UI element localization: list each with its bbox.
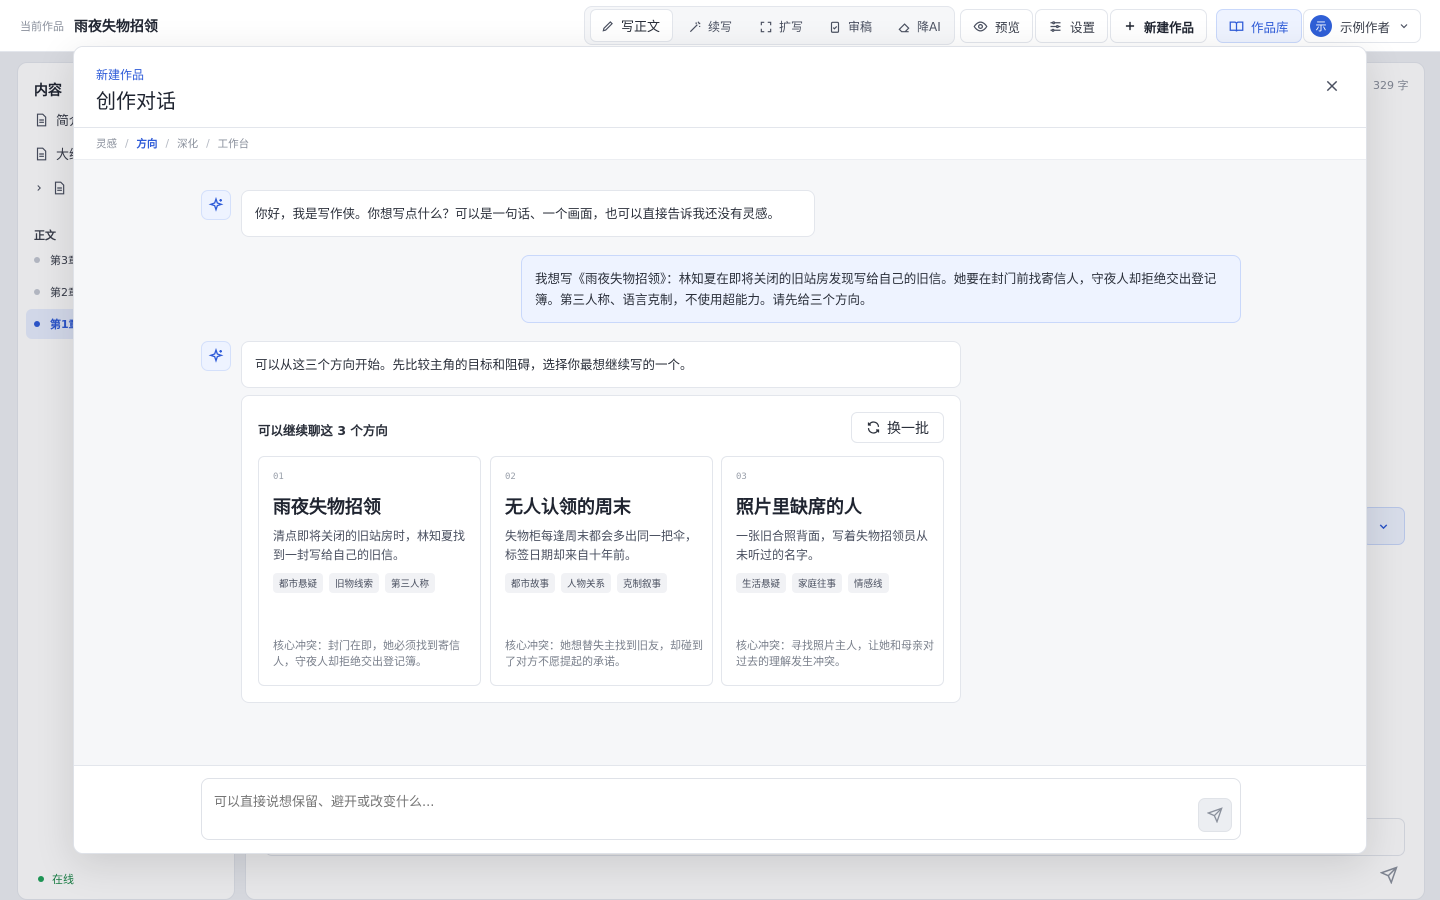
dialog-eyebrow: 新建作品 — [96, 68, 145, 82]
user-menu[interactable]: 示 示例作者 — [1303, 9, 1422, 43]
card-number: 01 — [273, 472, 284, 482]
card-tags: 都市悬疑 旧物线索 第三人称 — [273, 573, 436, 593]
book-open-icon — [1229, 21, 1244, 32]
dialog-header: 新建作品 创作对话 — [74, 47, 1366, 128]
card-description: 一张旧合照背面，写着失物招领员从未听过的名字。 — [736, 529, 929, 562]
tag: 旧物线索 — [329, 573, 380, 593]
sparkle-icon — [208, 197, 224, 212]
card-description: 清点即将关闭的旧站房时，林知夏找到一封写给自己的旧信。 — [273, 529, 466, 562]
ai-message: 可以从这三个方向开始。先比较主角的目标和阻碍，选择你最想继续写的一个。 — [241, 341, 961, 388]
crumb-direction[interactable]: 方向 — [137, 136, 158, 151]
dialog-footer — [74, 765, 1366, 853]
tag: 人物关系 — [561, 573, 612, 593]
ai-message: 你好，我是写作侠。你想写点什么？可以是一句话、一个画面，也可以直接告诉我还没有灵… — [241, 190, 815, 237]
review-button[interactable]: 审稿 — [818, 10, 882, 43]
user-name: 示例作者 — [1340, 19, 1391, 35]
tag: 第三人称 — [385, 573, 436, 593]
sparkle-icon — [208, 348, 224, 363]
crumb-inspiration[interactable]: 灵感 — [96, 136, 117, 151]
settings-button[interactable]: 设置 — [1035, 9, 1109, 43]
dialog-title: 创作对话 — [96, 89, 176, 113]
send-button[interactable] — [1198, 798, 1232, 832]
card-core-conflict: 核心冲突：封门在即，她必须找到寄信人，守夜人却拒绝交出登记簿。 — [273, 639, 460, 668]
new-work-button[interactable]: 新建作品 — [1110, 9, 1208, 43]
card-core-conflict: 核心冲突：寻找照片主人，让她和母亲对过去的理解发生冲突。 — [736, 639, 934, 668]
send-icon — [1207, 807, 1223, 823]
close-button[interactable] — [1324, 78, 1340, 94]
close-icon — [1326, 80, 1338, 92]
user-message: 我想写《雨夜失物招领》：林知夏在即将关闭的旧站房发现写给自己的旧信。她要在封门前… — [521, 255, 1241, 323]
crumb-workbench[interactable]: 工作台 — [218, 136, 250, 151]
reduce-ai-button[interactable]: 降AI — [887, 10, 951, 43]
card-title: 无人认领的周末 — [505, 497, 631, 518]
eye-icon — [973, 20, 988, 32]
ai-tool-group: 写正文 续写 扩写 审稿 降AI — [584, 6, 955, 45]
sliders-icon — [1050, 20, 1061, 32]
card-tags: 都市故事 人物关系 克制叙事 — [505, 573, 668, 593]
clipboard-check-icon — [830, 21, 840, 33]
current-work-label: 当前作品 — [20, 20, 64, 33]
crumb-deepen[interactable]: 深化 — [177, 136, 198, 151]
tag: 克制叙事 — [617, 573, 668, 593]
write-body-button[interactable]: 写正文 — [590, 9, 673, 42]
direction-card[interactable]: 01 雨夜失物招领 清点即将关闭的旧站房时，林知夏找到一封写给自己的旧信。 都市… — [258, 456, 481, 686]
tag: 情感线 — [848, 573, 889, 593]
directions-panel: 可以继续聊这 3 个方向 换一批 01 雨夜失物招领 清点即将关闭的旧站房时，林… — [241, 395, 961, 703]
direction-card[interactable]: 03 照片里缺席的人 一张旧合照背面，写着失物招领员从未听过的名字。 生活悬疑 … — [721, 456, 944, 686]
library-button[interactable]: 作品库 — [1216, 9, 1302, 43]
expand-icon — [760, 21, 772, 32]
refresh-button[interactable]: 换一批 — [851, 412, 944, 443]
card-number: 03 — [736, 472, 747, 482]
tag: 都市故事 — [505, 573, 556, 593]
preview-button[interactable]: 预览 — [960, 9, 1034, 43]
refresh-icon — [867, 421, 880, 434]
ai-avatar — [201, 341, 231, 371]
card-title: 照片里缺席的人 — [736, 497, 862, 518]
current-work-title: 雨夜失物招领 — [74, 19, 158, 35]
direction-card[interactable]: 02 无人认领的周末 失物柜每逢周末都会多出同一把伞，标签日期却来自十年前。 都… — [490, 456, 713, 686]
tag: 都市悬疑 — [273, 573, 324, 593]
plus-icon — [1125, 21, 1135, 31]
top-bar: 当前作品 雨夜失物招领 写正文 续写 扩写 审稿 降AI 预览 设置 新建作品 … — [0, 0, 1440, 52]
expand-button[interactable]: 扩写 — [749, 10, 813, 43]
continue-button[interactable]: 续写 — [678, 10, 742, 43]
magic-wand-icon — [689, 20, 701, 32]
chat-input[interactable] — [201, 778, 1241, 840]
directions-title: 可以继续聊这 3 个方向 — [258, 423, 388, 438]
avatar: 示 — [1310, 15, 1332, 37]
eraser-icon — [898, 22, 910, 32]
creation-dialog: 新建作品 创作对话 灵感 / 方向 / 深化 / 工作台 你好，我是写作侠。你想… — [73, 46, 1367, 854]
card-number: 02 — [505, 472, 516, 482]
ai-avatar — [201, 190, 231, 220]
breadcrumb: 灵感 / 方向 / 深化 / 工作台 — [74, 128, 1366, 160]
card-title: 雨夜失物招领 — [273, 497, 381, 518]
card-tags: 生活悬疑 家庭往事 情感线 — [736, 573, 889, 593]
tag: 生活悬疑 — [736, 573, 787, 593]
chevron-down-icon — [1400, 24, 1408, 29]
card-description: 失物柜每逢周末都会多出同一把伞，标签日期却来自十年前。 — [505, 529, 698, 562]
tag: 家庭往事 — [792, 573, 843, 593]
card-core-conflict: 核心冲突：她想替失主找到旧友，却碰到了对方不愿提起的承诺。 — [505, 639, 703, 668]
pencil-icon — [602, 20, 613, 31]
